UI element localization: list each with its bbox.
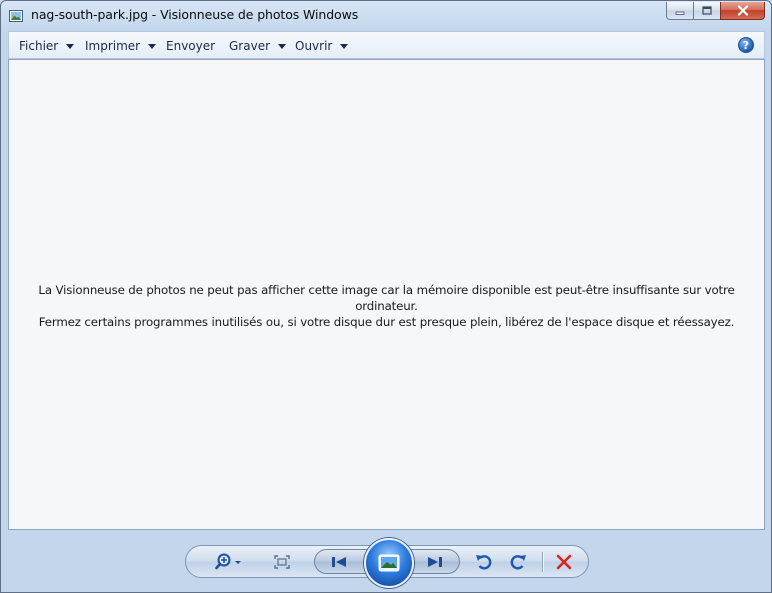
menu-label: Fichier (19, 39, 59, 53)
caption-buttons (666, 2, 765, 20)
menu-fichier[interactable]: Fichier (19, 39, 75, 53)
close-icon (737, 5, 748, 16)
delete-button[interactable] (554, 553, 574, 571)
next-button[interactable] (424, 554, 446, 570)
zoom-icon (215, 553, 241, 570)
menu-ouvrir[interactable]: Ouvrir (295, 39, 349, 53)
dropdown-arrow-icon (278, 44, 287, 49)
error-message-line-2: Fermez certains programmes inutilisés ou… (38, 315, 735, 329)
next-icon (428, 557, 442, 567)
help-icon[interactable]: ? (738, 37, 754, 53)
minimize-button[interactable] (666, 2, 694, 20)
close-button[interactable] (720, 2, 765, 20)
error-message: La Visionneuse de photos ne peut pas aff… (9, 282, 764, 330)
playback-control-bar (185, 538, 589, 588)
window-title: nag-south-park.jpg - Visionneuse de phot… (31, 7, 359, 22)
dropdown-arrow-icon (148, 44, 157, 49)
delete-icon (556, 554, 572, 570)
actual-size-button[interactable] (272, 554, 292, 570)
error-message-line-1: La Visionneuse de photos ne peut pas aff… (38, 283, 735, 313)
menu-label: Ouvrir (295, 39, 333, 53)
menu-envoyer[interactable]: Envoyer (166, 39, 215, 53)
maximize-button[interactable] (693, 2, 721, 20)
menu-label: Imprimer (85, 39, 141, 53)
previous-button[interactable] (328, 554, 350, 570)
title-bar[interactable]: nag-south-park.jpg - Visionneuse de phot… (1, 1, 771, 31)
menu-bar: Fichier Imprimer Envoyer Graver Ouvrir ? (8, 31, 765, 59)
fit-to-window-icon (274, 555, 290, 569)
menu-imprimer[interactable]: Imprimer (85, 39, 157, 53)
rotate-left-icon (476, 555, 492, 570)
menu-label: Envoyer (166, 39, 216, 53)
rotate-right-icon (510, 555, 526, 570)
rotate-clockwise-button[interactable] (508, 552, 528, 572)
maximize-icon (702, 5, 712, 15)
photo-viewer-window: nag-south-park.jpg - Visionneuse de phot… (0, 0, 772, 593)
dropdown-arrow-icon (340, 44, 349, 49)
dropdown-arrow-icon (66, 44, 75, 49)
minimize-icon (675, 11, 685, 15)
image-display-area: La Visionneuse de photos ne peut pas aff… (8, 59, 765, 530)
slideshow-icon (378, 554, 400, 572)
toolbar-separator (542, 552, 543, 572)
previous-icon (332, 557, 346, 567)
menu-label: Graver (229, 39, 271, 53)
photo-viewer-app-icon[interactable] (9, 8, 23, 22)
menu-graver[interactable]: Graver (229, 39, 287, 53)
zoom-button[interactable] (214, 552, 246, 572)
rotate-counterclockwise-button[interactable] (474, 552, 494, 572)
slideshow-button[interactable] (364, 538, 414, 588)
